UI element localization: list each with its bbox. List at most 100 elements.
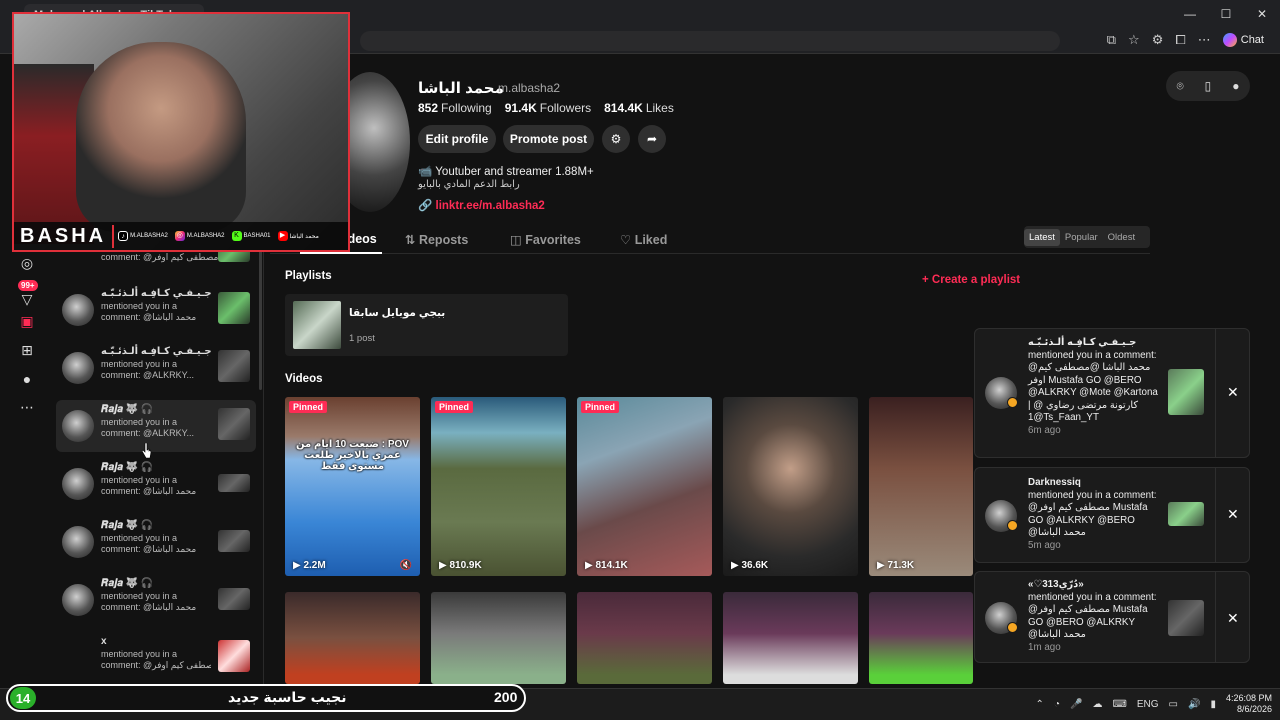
network-icon[interactable]: ◔ <box>1054 699 1060 710</box>
chevron-up-icon[interactable]: ⌃ <box>1036 699 1044 710</box>
notification-item[interactable]: 𝑹𝒂𝒋𝒂 🐺 🎧 mentioned you in a comment: @مح… <box>56 458 256 510</box>
notification-item[interactable]: جـيـفـي كـافِـه ألـذئـبّـه mentioned you… <box>56 284 256 336</box>
video-card[interactable]: Pinned ▶ 810.9K <box>431 397 566 576</box>
notification-text: mentioned you in a <box>101 301 178 311</box>
battery-icon[interactable]: ▮ <box>1210 699 1216 710</box>
close-icon[interactable]: ✕ <box>1227 610 1239 627</box>
notification-text: comment: @مصطفى كيم اوفر <box>101 660 211 670</box>
url-input[interactable] <box>360 31 1060 51</box>
pinned-badge: Pinned <box>289 401 328 413</box>
minimize-icon[interactable]: — <box>1172 0 1208 28</box>
playlist-card[interactable]: ببجي موبايل سابقا 1 post <box>285 294 568 356</box>
activity-icon[interactable]: ▽ <box>18 290 36 308</box>
notification-item[interactable]: 𝑹𝒂𝒋𝒂 🐺 🎧 mentioned you in a comment: @AL… <box>56 400 256 452</box>
video-card[interactable]: ▶ 71.3K <box>869 397 973 576</box>
sort-popular[interactable]: Popular <box>1060 229 1103 246</box>
notification-thumbnail <box>218 640 250 672</box>
close-icon[interactable]: ✕ <box>1244 0 1280 28</box>
notification-popup[interactable]: «♡313دُرّي» mentioned you in a comment: … <box>974 571 1250 663</box>
profile-link[interactable]: 🔗 linktr.ee/m.albasha2 <box>418 198 545 212</box>
sort-oldest[interactable]: Oldest <box>1103 229 1140 246</box>
notification-name: 𝑹𝒂𝒋𝒂 🐺 🎧 <box>101 404 154 415</box>
create-playlist-button[interactable]: + Create a playlist <box>922 274 1020 286</box>
sort-latest[interactable]: Latest <box>1024 228 1060 246</box>
popup-body: mentioned you in a comment: @مصطفى كيم ا… <box>1028 489 1157 539</box>
video-card[interactable] <box>723 592 858 684</box>
followers-stat[interactable]: 91.4K Followers <box>505 101 591 115</box>
video-card[interactable] <box>577 592 712 684</box>
key-icon[interactable]: ⌾ <box>1176 79 1183 94</box>
favorite-icon[interactable]: ☆ <box>1128 32 1140 48</box>
clock[interactable]: 4:26:08 PM 8/6/2026 <box>1226 693 1272 715</box>
close-icon[interactable]: ✕ <box>1227 506 1239 523</box>
close-icon[interactable]: ✕ <box>1227 384 1239 401</box>
video-views: ▶ 36.6K <box>731 560 769 571</box>
social-kick: K BASHA01 <box>231 231 271 241</box>
video-card[interactable] <box>431 592 566 684</box>
tab-favorites[interactable]: ◫ Favorites <box>510 232 581 247</box>
divider <box>1215 468 1216 562</box>
notification-name: 𝑹𝒂𝒋𝒂 🐺 🎧 <box>101 520 154 531</box>
language-indicator[interactable]: ENG <box>1137 699 1159 710</box>
mute-icon[interactable]: 🔇 <box>400 560 412 571</box>
extensions-icon[interactable]: ⚙ <box>1152 32 1164 48</box>
notification-thumbnail <box>218 588 250 610</box>
profile-stats: 852 Following 91.4K Followers 814.4K Likes <box>418 101 674 115</box>
video-card[interactable] <box>869 592 973 684</box>
keyboard-icon[interactable]: ⌨ <box>1112 699 1126 710</box>
mic-icon[interactable]: 🎤 <box>1070 699 1082 710</box>
video-card[interactable] <box>285 592 420 684</box>
video-card[interactable]: ▶ 36.6K <box>723 397 858 576</box>
videos-heading: Videos <box>285 373 323 385</box>
status-dot <box>1007 622 1018 633</box>
profile-icon[interactable]: ● <box>18 370 36 388</box>
upload-icon[interactable]: ⊞ <box>18 341 36 359</box>
notification-popup[interactable]: جـيـفـي كـافِـه ألـذئـبّـه mentioned you… <box>974 328 1250 458</box>
device-icon[interactable]: ▯ <box>1205 79 1212 93</box>
popup-time: 6m ago <box>1028 424 1061 436</box>
tab-liked-label: Liked <box>634 233 668 247</box>
divider <box>1215 572 1216 662</box>
browser-tools: ⧉ ☆ ⚙ ⧠ ⋯ Chat <box>1107 32 1264 48</box>
notification-item[interactable]: 𝑹𝒂𝒋𝒂 🐺 🎧 mentioned you in a comment: @مح… <box>56 574 256 626</box>
followers-count: 91.4K <box>504 101 537 115</box>
promote-post-button[interactable]: Promote post <box>503 125 594 153</box>
cloud-icon[interactable]: ☁ <box>1092 699 1102 710</box>
scrollbar[interactable] <box>259 230 262 390</box>
share-icon[interactable]: ➦ <box>638 125 666 153</box>
maximize-icon[interactable]: ☐ <box>1208 0 1244 28</box>
popup-thumbnail <box>1168 502 1204 526</box>
explore-icon[interactable]: ◎ <box>18 254 36 272</box>
notification-popup[interactable]: Darknessiq mentioned you in a comment: @… <box>974 467 1250 563</box>
popup-name: Darknessiq <box>1028 477 1081 488</box>
playlist-thumbnail <box>293 301 341 349</box>
profile-link-text: linktr.ee/m.albasha2 <box>435 200 545 212</box>
video-card[interactable]: Pinned ▶ 814.1K <box>577 397 712 576</box>
social-label: محمد الباشا <box>289 233 319 240</box>
notification-name: جـيـفـي كـافِـه ألـذئـبّـه <box>101 346 212 357</box>
messages-icon[interactable]: ▣ <box>18 312 36 330</box>
notification-item[interactable]: x mentioned you in a comment: @مصطفى كيم… <box>56 632 256 684</box>
wifi-icon[interactable]: ▭ <box>1169 699 1178 710</box>
tab-liked[interactable]: ♡ Liked <box>620 232 667 247</box>
profile-bio: 📹 Youtuber and streamer 1.88M+ <box>418 166 594 178</box>
settings-icon[interactable]: ⚙ <box>602 125 630 153</box>
split-screen-icon[interactable]: ⧉ <box>1107 32 1116 48</box>
account-icon[interactable]: ● <box>1232 79 1239 93</box>
volume-icon[interactable]: 🔊 <box>1188 699 1200 710</box>
more-menu-icon[interactable]: ⋯ <box>18 398 36 416</box>
notification-text: comment: @محمد الباشا <box>101 544 197 554</box>
edit-profile-button[interactable]: Edit profile <box>418 125 496 153</box>
chat-button[interactable]: Chat <box>1222 33 1264 47</box>
notification-item[interactable]: 𝑹𝒂𝒋𝒂 🐺 🎧 mentioned you in a comment: @مح… <box>56 516 256 568</box>
following-stat[interactable]: 852 Following <box>418 101 492 115</box>
video-card[interactable]: Pinned POV : ضيعت 10 ايام من عمري بالاخي… <box>285 397 420 576</box>
notification-item[interactable]: جـيـفـي كـافِـه ألـذئـبّـه mentioned you… <box>56 342 256 394</box>
collections-icon[interactable]: ⧠ <box>1175 32 1185 48</box>
likes-count: 814.4K <box>604 101 643 115</box>
popup-name: جـيـفـي كـافِـه ألـذئـبّـه <box>1028 337 1137 348</box>
avatar <box>62 352 94 384</box>
tab-reposts[interactable]: ⇅ Reposts <box>405 232 468 247</box>
more-icon[interactable]: ⋯ <box>1198 32 1211 48</box>
clock-date: 8/6/2026 <box>1236 704 1272 714</box>
